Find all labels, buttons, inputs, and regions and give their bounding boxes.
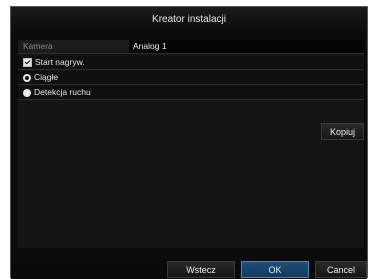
- start-recording-row[interactable]: Start nagryw.: [18, 56, 364, 70]
- camera-row: Kamera Analog 1: [18, 40, 364, 54]
- motion-detection-row[interactable]: Detekcja ruchu: [18, 86, 364, 100]
- camera-select[interactable]: Analog 1: [129, 40, 364, 53]
- setup-wizard-window: Kreator instalacji Kamera Analog 1 Start…: [10, 6, 368, 279]
- start-recording-label: Start nagryw.: [35, 57, 85, 67]
- camera-label: Kamera: [23, 41, 53, 51]
- ok-button[interactable]: OK: [241, 261, 309, 278]
- motion-detection-radio[interactable]: [23, 88, 31, 97]
- window-title: Kreator instalacji: [11, 7, 367, 33]
- bottom-bar: Wstecz OK Cancel: [11, 260, 367, 279]
- start-recording-checkbox[interactable]: [23, 58, 32, 67]
- settings-panel: Kamera Analog 1 Start nagryw. Ciągłe Det…: [18, 40, 364, 248]
- cancel-button[interactable]: Cancel: [315, 261, 367, 278]
- continuous-radio[interactable]: [23, 73, 31, 82]
- copy-button[interactable]: Kopiuj: [321, 123, 364, 140]
- motion-detection-label: Detekcja ruchu: [34, 87, 91, 97]
- continuous-row[interactable]: Ciągłe: [18, 71, 364, 85]
- back-button[interactable]: Wstecz: [167, 261, 235, 278]
- continuous-label: Ciągłe: [34, 72, 59, 82]
